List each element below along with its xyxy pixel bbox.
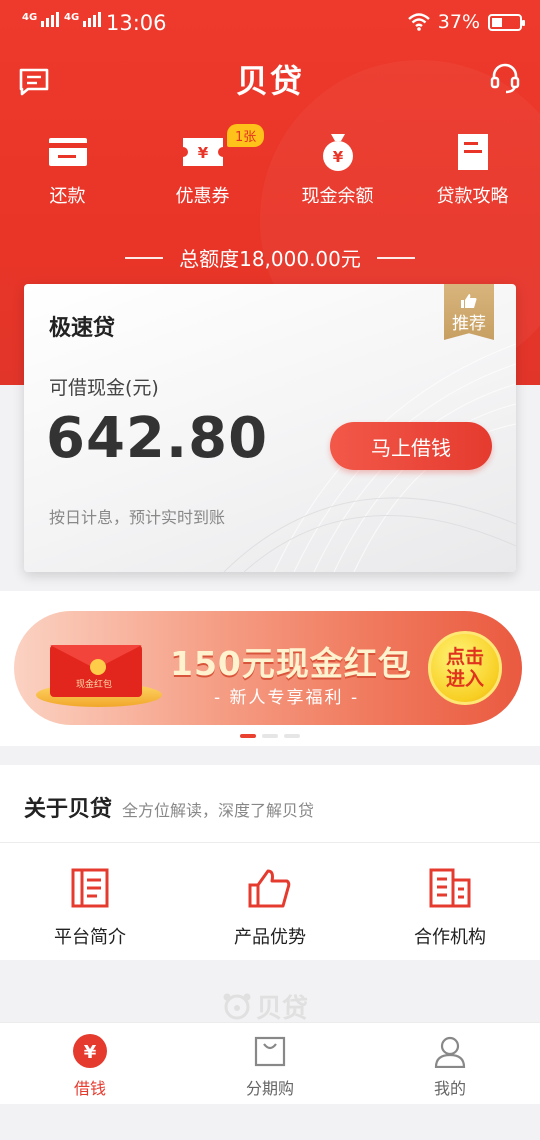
- banner-subtitle: - 新人专享福利 -: [214, 688, 360, 708]
- tab-label: 借钱: [73, 1079, 106, 1098]
- svg-text:¥: ¥: [84, 1042, 97, 1063]
- tab-mine[interactable]: 我的: [360, 1023, 540, 1104]
- quick-action-cash-balance[interactable]: ¥ 现金余额: [270, 130, 405, 208]
- borrow-now-button[interactable]: 马上借钱: [330, 422, 492, 470]
- recommend-label: 推荐: [452, 314, 486, 334]
- quick-action-label: 现金余额: [301, 186, 374, 207]
- bottom-tab-bar: ¥ 借钱 分期购 我的: [0, 1022, 540, 1104]
- about-item-label: 平台简介: [54, 927, 126, 948]
- promo-banner[interactable]: 现金红包 150元现金红包 - 新人专享福利 - 点击 进入: [14, 611, 522, 725]
- loan-card[interactable]: 推荐 极速贷 可借现金(元) 642.80 马上借钱 按日计息，预计实时到账: [24, 284, 516, 572]
- battery-icon: [488, 13, 525, 31]
- available-label: 可借现金(元): [49, 377, 159, 399]
- about-item-product-advantage[interactable]: 产品优势: [180, 867, 360, 949]
- tab-borrow[interactable]: ¥ 借钱: [0, 1023, 180, 1104]
- yuan-icon: ¥: [73, 1034, 107, 1068]
- carousel-dot[interactable]: [284, 734, 300, 738]
- bottom-strip: [0, 1104, 540, 1140]
- quick-action-loan-guide[interactable]: 贷款攻略: [405, 130, 540, 208]
- customer-service-button[interactable]: [485, 58, 525, 98]
- about-item-label: 合作机构: [414, 927, 486, 948]
- tab-installment[interactable]: 分期购: [180, 1023, 360, 1104]
- app-logo: 贝贷: [235, 62, 304, 100]
- total-quota: 总额度18,000.00元: [0, 243, 540, 272]
- building-icon: [429, 868, 471, 908]
- banner-button-line2: 进入: [445, 668, 484, 690]
- shopping-bag-icon: [254, 1036, 286, 1067]
- battery-text: 37%: [437, 11, 480, 33]
- carousel-dot[interactable]: [240, 734, 256, 738]
- card-icon: [48, 138, 87, 166]
- red-envelope-icon: 现金红包: [50, 645, 142, 697]
- footer-logo-text: 贝贷: [256, 993, 309, 1024]
- about-description: 全方位解读，深度了解贝贷: [122, 801, 315, 820]
- coupon-icon: ¥: [182, 138, 223, 166]
- document-icon: [71, 868, 109, 908]
- about-item-partners[interactable]: 合作机构: [360, 867, 540, 949]
- quick-action-label: 还款: [49, 186, 86, 207]
- document-icon: [457, 134, 488, 170]
- svg-text:¥: ¥: [197, 144, 208, 162]
- tab-label: 我的: [433, 1079, 466, 1098]
- total-quota-text: 总额度18,000.00元: [179, 247, 361, 271]
- banner-title: 150元现金红包: [170, 644, 412, 683]
- svg-text:¥: ¥: [332, 148, 343, 166]
- divider: [0, 842, 540, 843]
- quick-action-repay[interactable]: 还款: [0, 130, 135, 208]
- quick-action-label: 贷款攻略: [436, 186, 509, 207]
- headset-icon: [490, 63, 520, 94]
- product-title: 极速贷: [49, 316, 116, 341]
- coupon-badge: 1张: [227, 124, 265, 147]
- divider: [125, 256, 164, 259]
- status-bar: 4G 4G 13:06 37%: [0, 0, 540, 48]
- divider: [376, 256, 415, 259]
- envelope-text: 现金红包: [76, 680, 113, 690]
- banner-button-line1: 点击: [445, 646, 484, 668]
- interest-note: 按日计息，预计实时到账: [49, 508, 226, 527]
- about-item-label: 产品优势: [234, 927, 306, 948]
- wifi-icon: [407, 13, 430, 31]
- clock: 13:06: [106, 11, 167, 35]
- promo-section: 现金红包 150元现金红包 - 新人专享福利 - 点击 进入: [0, 591, 540, 746]
- thumbs-up-icon: [248, 869, 291, 908]
- thumbs-up-icon: [461, 294, 477, 308]
- signal-icon-1: 4G: [22, 12, 60, 27]
- message-button[interactable]: [14, 62, 54, 102]
- carousel-dot[interactable]: [262, 734, 278, 738]
- user-icon: [434, 1036, 466, 1068]
- about-item-platform-intro[interactable]: 平台简介: [0, 867, 180, 949]
- quick-actions: 还款 ¥ 1张 优惠券 ¥ 现金余额 贷款攻略: [0, 124, 540, 208]
- money-bag-icon: ¥: [322, 134, 353, 171]
- about-section: 关于贝贷 全方位解读，深度了解贝贷 平台简介 产品优势 合作机构: [0, 765, 540, 960]
- bear-logo-icon: [223, 993, 251, 1020]
- carousel-indicator: [0, 734, 540, 738]
- tab-label: 分期购: [245, 1079, 294, 1098]
- footer-logo: 贝贷: [222, 990, 322, 1024]
- recommend-tag: 推荐: [444, 284, 494, 340]
- banner-enter-button[interactable]: 点击 进入: [428, 631, 502, 705]
- message-icon: [19, 68, 49, 96]
- available-amount: 642.80: [46, 406, 269, 471]
- quick-action-label: 优惠券: [175, 186, 230, 207]
- quick-action-coupon[interactable]: ¥ 1张 优惠券: [135, 124, 270, 208]
- about-title: 关于贝贷: [24, 797, 113, 822]
- signal-icon-2: 4G: [64, 12, 102, 27]
